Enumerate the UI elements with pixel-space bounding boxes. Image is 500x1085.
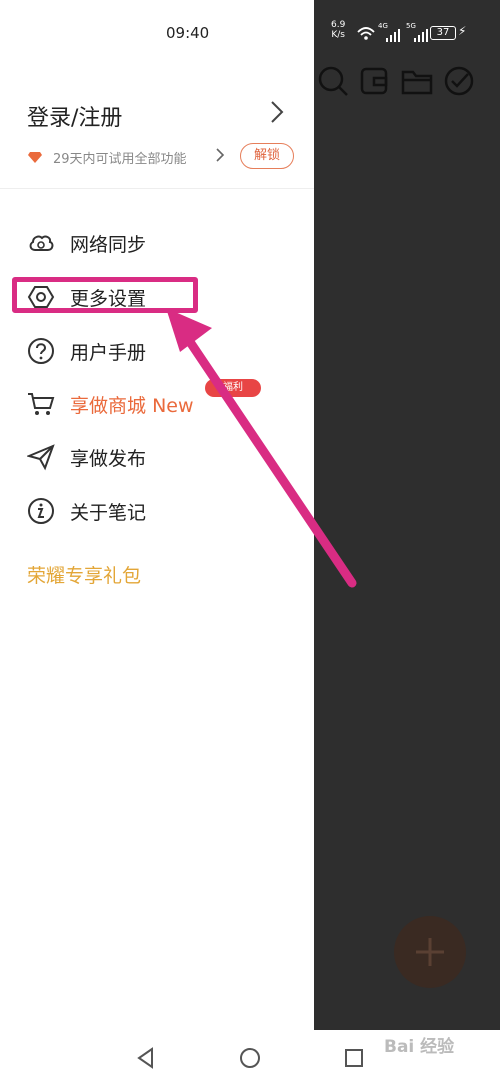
back-icon[interactable] — [132, 1044, 160, 1072]
menu-item-label: 网络同步 — [70, 234, 147, 256]
send-icon — [27, 444, 55, 471]
help-circle-icon — [28, 338, 54, 364]
status-bar: 09:40 6.9 K/s 4G 5G 37 ⚡ — [0, 0, 500, 52]
unlock-button[interactable]: 解锁 — [240, 143, 294, 169]
speed-value: 6.9 — [331, 20, 346, 30]
menu-item-label: 关于笔记 — [70, 502, 147, 524]
background-toolbar — [314, 64, 500, 100]
gem-icon — [28, 152, 42, 163]
info-circle-icon — [28, 498, 54, 524]
cart-icon — [28, 393, 55, 415]
menu-item-sync[interactable]: 网络同步 — [0, 220, 314, 264]
network-speed: 6.9 K/s — [331, 20, 345, 40]
chevron-right-icon[interactable] — [266, 98, 288, 126]
menu-item-label: 享做发布 — [70, 448, 147, 470]
trial-chevron-icon[interactable] — [214, 146, 226, 164]
add-note-button[interactable] — [394, 916, 466, 988]
menu-item-label: 用户手册 — [70, 342, 147, 364]
signal-1-label: 4G — [378, 22, 388, 30]
trial-info-text: 29天内可试用全部功能 — [53, 152, 187, 167]
status-time: 09:40 — [166, 24, 210, 42]
recents-icon[interactable] — [340, 1044, 368, 1072]
login-register-link[interactable]: 登录/注册 — [27, 100, 122, 132]
folder-icon — [401, 70, 433, 95]
watermark: Bai 经验 — [384, 1037, 455, 1057]
battery-indicator: 37 — [430, 26, 456, 40]
shop-label: 享做商城 — [70, 395, 147, 417]
search-icon — [318, 66, 348, 96]
plus-icon — [416, 938, 444, 966]
speed-unit: K/s — [331, 30, 345, 40]
home-icon[interactable] — [236, 1044, 264, 1072]
cloud-sync-icon — [29, 235, 54, 251]
annotation-arrow-icon — [166, 308, 357, 588]
wallet-icon — [360, 67, 388, 95]
check-circle-icon — [444, 66, 474, 96]
charging-bolt-icon: ⚡ — [458, 24, 467, 38]
honor-gift-link[interactable]: 荣耀专享礼包 — [27, 561, 141, 588]
header-divider — [0, 188, 314, 189]
signal-2-label: 5G — [406, 22, 416, 30]
